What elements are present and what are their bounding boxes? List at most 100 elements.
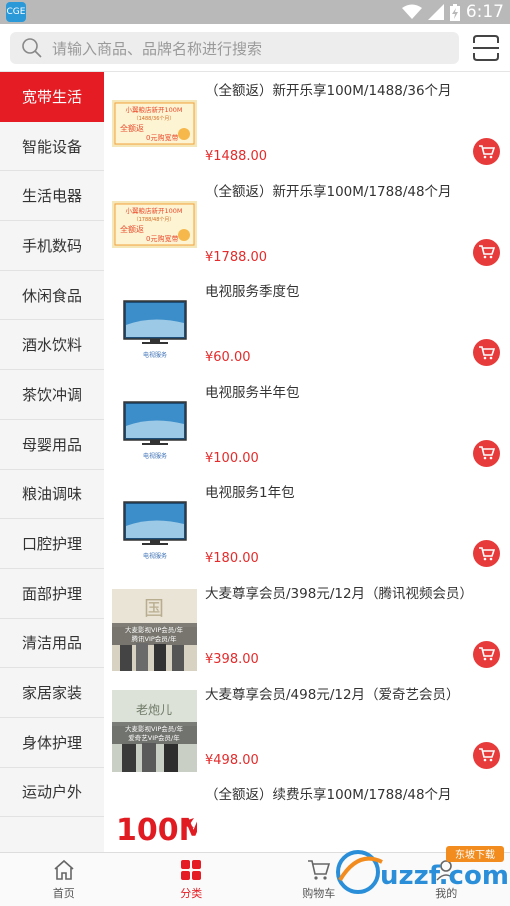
svg-text:老炮儿: 老炮儿	[136, 703, 172, 717]
search-input[interactable]: 请输入商品、品牌名称进行搜索	[10, 32, 459, 64]
status-icons: 6:17	[401, 2, 504, 22]
sidebar-item-snacks[interactable]: 休闲食品	[0, 270, 104, 321]
thumb-big-text: 100M	[116, 813, 197, 848]
cart-icon	[478, 345, 495, 359]
thumb-headline: 小翼粮店新开100M	[125, 206, 182, 215]
nav-cart-label: 购物车	[302, 887, 336, 900]
thumb-headline: 小翼粮店新开100M	[125, 105, 182, 114]
thumb-subline: （1788/48个月）	[134, 217, 175, 223]
sidebar-item-more[interactable]	[0, 817, 104, 852]
product-title: 电视服务半年包	[205, 384, 300, 401]
svg-text:国: 国	[144, 596, 164, 620]
add-to-cart-button[interactable]	[473, 339, 500, 367]
sidebar-item-cleaning[interactable]: 清洁用品	[0, 618, 104, 669]
sidebar-item-face-care[interactable]: 面部护理	[0, 568, 104, 619]
product-thumbnail: 电视服务	[112, 285, 197, 370]
thumb-caption: 电视服务	[143, 452, 167, 460]
nav-mine-label: 我的	[435, 887, 458, 900]
product-thumbnail: 老炮儿 大麦影视VIP会员/年 爱奇艺VIP会员/年	[112, 688, 197, 773]
category-sidebar: 宽带生活 智能设备 生活电器 手机数码 休闲食品 酒水饮料 茶饮冲调 母婴用品 …	[0, 72, 104, 852]
category-icon	[181, 860, 202, 880]
nav-mine[interactable]: 我的	[383, 853, 510, 906]
product-list: 小翼粮店新开100M （1488/36个月） 全额返 0元购宽带 （全额返）新开…	[104, 72, 510, 852]
product-item[interactable]: 100M （全额返）续费乐享100M/1788/48个月	[104, 776, 510, 852]
app-notification-icon: CGE	[6, 2, 26, 22]
product-thumbnail: 电视服务	[112, 386, 197, 471]
status-bar: CGE 6:17	[0, 0, 510, 24]
search-placeholder: 请输入商品、品牌名称进行搜索	[52, 39, 263, 58]
product-price: ¥1788.00	[205, 249, 268, 265]
nav-home-label: 首页	[52, 887, 75, 900]
product-thumbnail: 小翼粮店新开100M （1488/36个月） 全额返 0元购宽带	[112, 84, 197, 169]
add-to-cart-button[interactable]	[473, 138, 500, 165]
sidebar-item-grain-oil[interactable]: 粮油调味	[0, 469, 104, 520]
sidebar-item-oral-care[interactable]: 口腔护理	[0, 519, 104, 569]
cart-icon	[478, 547, 495, 561]
clock: 6:17	[465, 2, 504, 22]
sidebar-item-sports[interactable]: 运动户外	[0, 767, 104, 818]
cart-icon	[478, 446, 495, 460]
product-item[interactable]: 小翼粮店新开100M （1788/48个月） 全额返 0元购宽带 （全额返）新开…	[104, 173, 510, 274]
product-title: （全额返）续费乐享100M/1788/48个月	[205, 787, 452, 804]
thumb-badge: 全额返	[120, 123, 144, 133]
scan-icon[interactable]	[472, 35, 500, 61]
cart-icon	[307, 860, 330, 880]
product-thumbnail: 100M	[112, 788, 197, 852]
sidebar-item-broadband[interactable]: 宽带生活	[0, 72, 104, 122]
sidebar-item-appliances[interactable]: 生活电器	[0, 171, 104, 222]
nav-category-label: 分类	[180, 887, 203, 900]
cart-icon	[478, 647, 495, 661]
product-price: ¥60.00	[205, 350, 251, 366]
nav-cart[interactable]: 购物车	[255, 853, 383, 906]
add-to-cart-button[interactable]	[473, 640, 500, 668]
user-icon	[436, 860, 456, 881]
add-to-cart-button[interactable]	[473, 741, 500, 769]
battery-icon	[449, 3, 460, 21]
thumb-tag: 0元购宽带	[146, 133, 178, 142]
sidebar-item-home[interactable]: 家居家装	[0, 668, 104, 718]
sidebar-item-tea[interactable]: 茶饮冲调	[0, 370, 104, 420]
product-item[interactable]: 小翼粮店新开100M （1488/36个月） 全额返 0元购宽带 （全额返）新开…	[104, 72, 510, 173]
cart-icon	[478, 144, 495, 158]
cart-icon	[478, 245, 495, 259]
sidebar-item-baby[interactable]: 母婴用品	[0, 419, 104, 470]
product-item[interactable]: 老炮儿 大麦影视VIP会员/年 爱奇艺VIP会员/年 大麦尊享会员/498元/1…	[104, 676, 510, 777]
product-item[interactable]: 电视服务 电视服务1年包 ¥180.00	[104, 474, 510, 575]
sidebar-item-smart-devices[interactable]: 智能设备	[0, 121, 104, 172]
product-title: （全额返）新开乐享100M/1488/36个月	[205, 83, 452, 99]
product-thumbnail: 电视服务	[112, 486, 197, 571]
thumb-caption: 电视服务	[143, 552, 167, 560]
product-item[interactable]: 国 大麦影视VIP会员/年 腾讯VIP会员/年 大麦尊享会员/398元/12月（…	[104, 575, 510, 676]
product-title: 大麦尊享会员/398元/12月（腾讯视频会员）	[205, 585, 474, 602]
nav-category[interactable]: 分类	[128, 853, 256, 906]
product-title: （全额返）新开乐享100M/1788/48个月	[205, 183, 452, 200]
nav-home[interactable]: 首页	[0, 853, 128, 906]
thumb-headline: 大麦影视VIP会员/年	[125, 625, 183, 634]
bottom-navigation: 首页 分类 购物车 我的	[0, 852, 510, 906]
product-price: ¥1488.00	[205, 149, 268, 164]
product-thumbnail: 国 大麦影视VIP会员/年 腾讯VIP会员/年	[112, 587, 197, 672]
product-price: ¥498.00	[205, 752, 259, 768]
product-title: 电视服务季度包	[205, 284, 300, 301]
product-item[interactable]: 电视服务 电视服务季度包 ¥60.00	[104, 273, 510, 374]
search-bar: 请输入商品、品牌名称进行搜索	[0, 24, 510, 72]
product-title: 大麦尊享会员/498元/12月（爱奇艺会员）	[205, 686, 460, 703]
sidebar-item-drinks[interactable]: 酒水饮料	[0, 320, 104, 371]
thumb-tag: 0元购宽带	[146, 234, 178, 243]
product-item[interactable]: 电视服务 电视服务半年包 ¥100.00	[104, 374, 510, 475]
cart-icon	[478, 748, 495, 762]
thumb-caption: 电视服务	[143, 351, 167, 359]
wifi-icon	[401, 4, 422, 19]
thumb-badge: 全额返	[120, 224, 144, 234]
sidebar-item-phones-digital[interactable]: 手机数码	[0, 221, 104, 271]
sidebar-item-body-care[interactable]: 身体护理	[0, 717, 104, 768]
product-title: 电视服务1年包	[205, 485, 295, 502]
add-to-cart-button[interactable]	[473, 540, 500, 568]
product-price: ¥398.00	[205, 651, 259, 667]
thumb-subline: 爱奇艺VIP会员/年	[128, 733, 180, 742]
add-to-cart-button[interactable]	[473, 238, 500, 266]
app-screen: CGE 6:17 请输入商品、品牌名称进行搜索 宽带生活 智能设备 生活电器 手…	[0, 0, 510, 906]
add-to-cart-button[interactable]	[473, 439, 500, 467]
thumb-subline: （1488/36个月）	[134, 116, 175, 122]
home-icon	[54, 859, 74, 880]
